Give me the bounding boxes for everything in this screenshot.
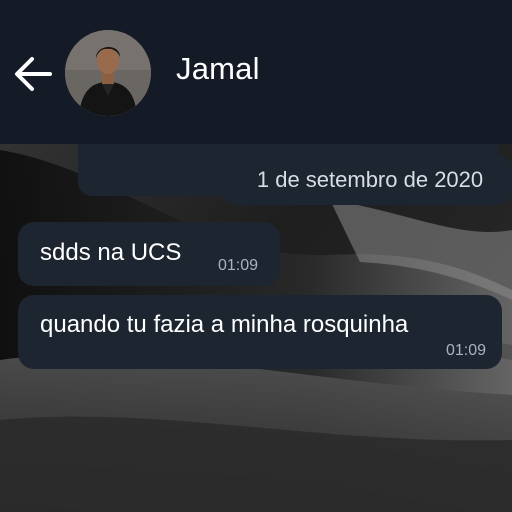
avatar-image (65, 30, 151, 116)
incoming-message-bubble[interactable]: sdds na UCS 01:09 (18, 222, 280, 286)
message-time: 01:09 (445, 342, 486, 359)
contact-avatar[interactable] (65, 30, 151, 116)
message-text: quando tu fazia a minha rosquinha (40, 311, 409, 338)
message-text: sdds na UCS (40, 239, 182, 266)
arrow-left-icon[interactable] (10, 52, 54, 96)
chat-header: Jamal (0, 0, 512, 144)
message-time: 01:09 (218, 257, 259, 274)
contact-name[interactable]: Jamal (176, 51, 260, 87)
date-separator: 1 de setembro de 2020 (222, 155, 512, 205)
incoming-message-bubble[interactable]: quando tu fazia a minha rosquinha 01:09 (18, 295, 502, 369)
